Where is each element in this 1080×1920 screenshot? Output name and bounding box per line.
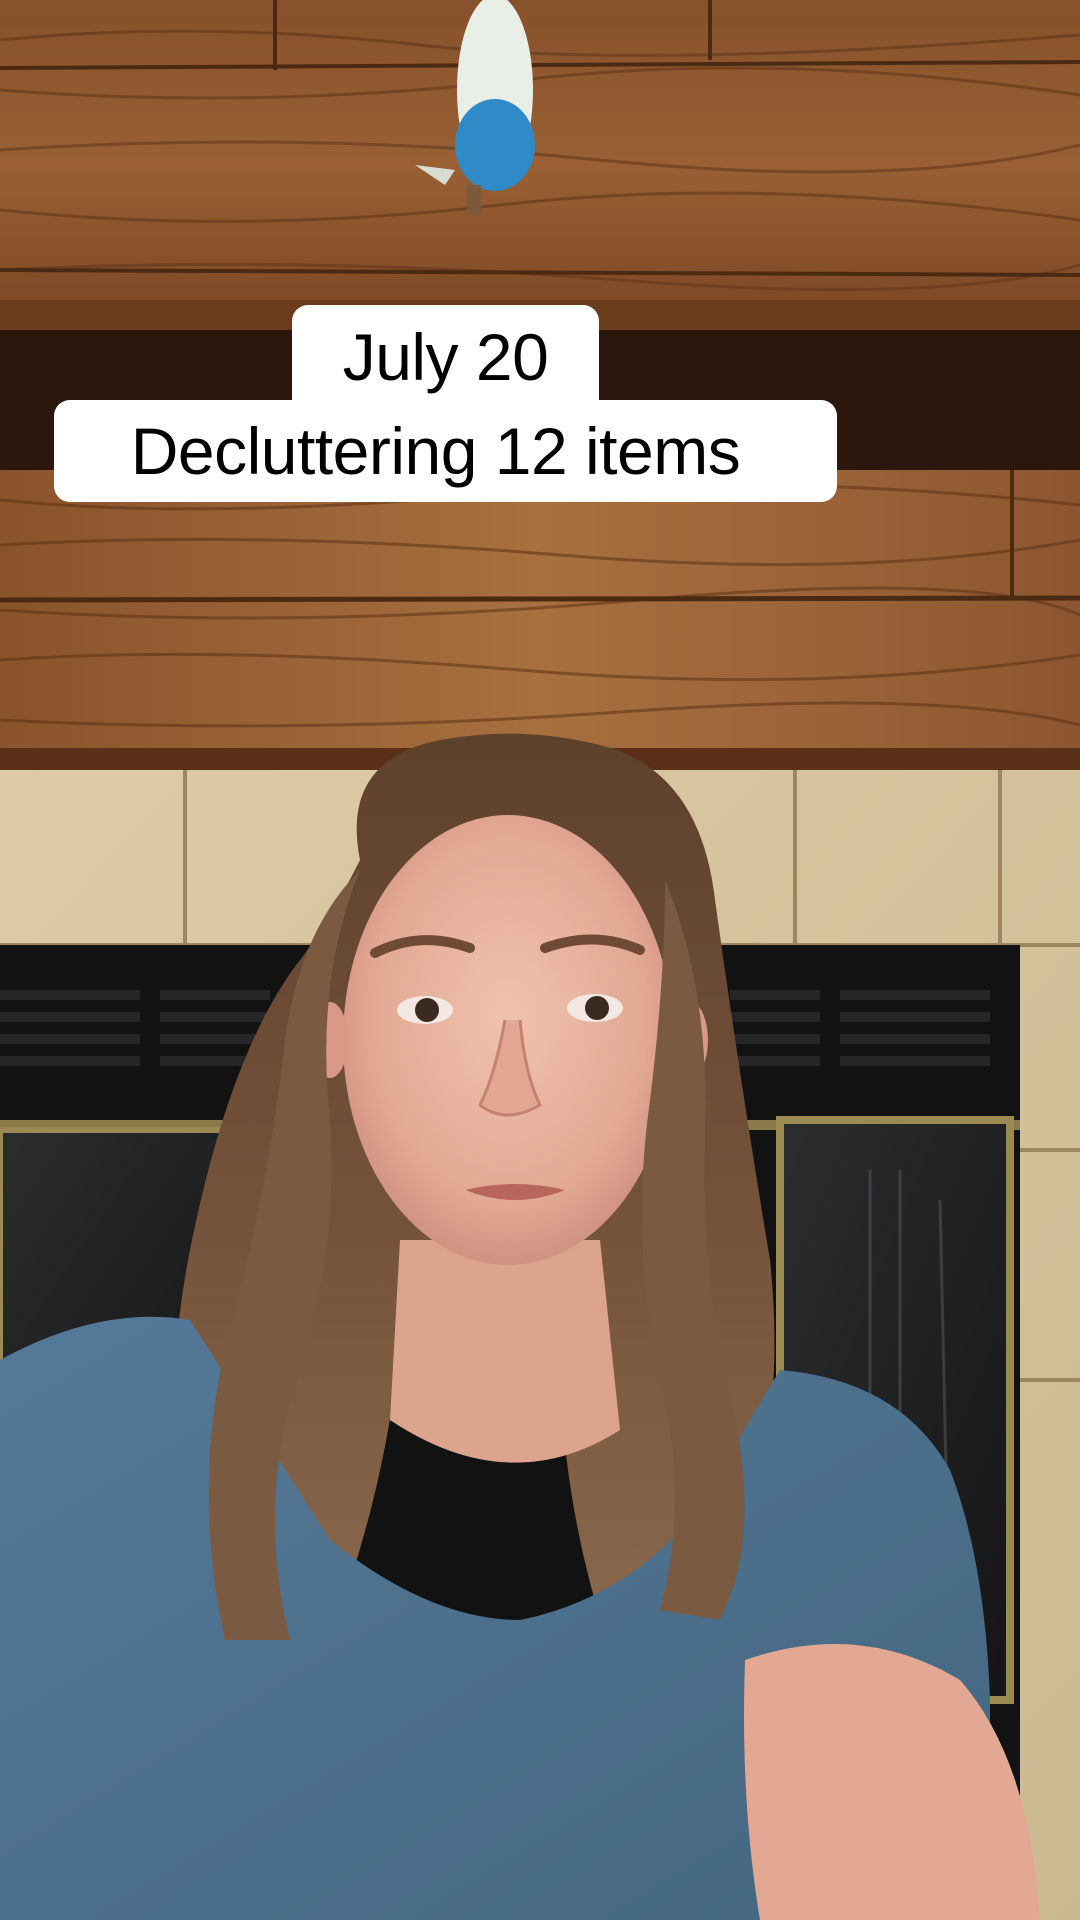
caption-title: Decluttering 12 items — [54, 400, 837, 502]
wood-wall-upper — [0, 0, 1080, 330]
caption-date: July 20 — [292, 305, 599, 409]
video-frame: July 20 Decluttering 12 items — [0, 0, 1080, 1920]
background-scene — [0, 0, 1080, 1920]
